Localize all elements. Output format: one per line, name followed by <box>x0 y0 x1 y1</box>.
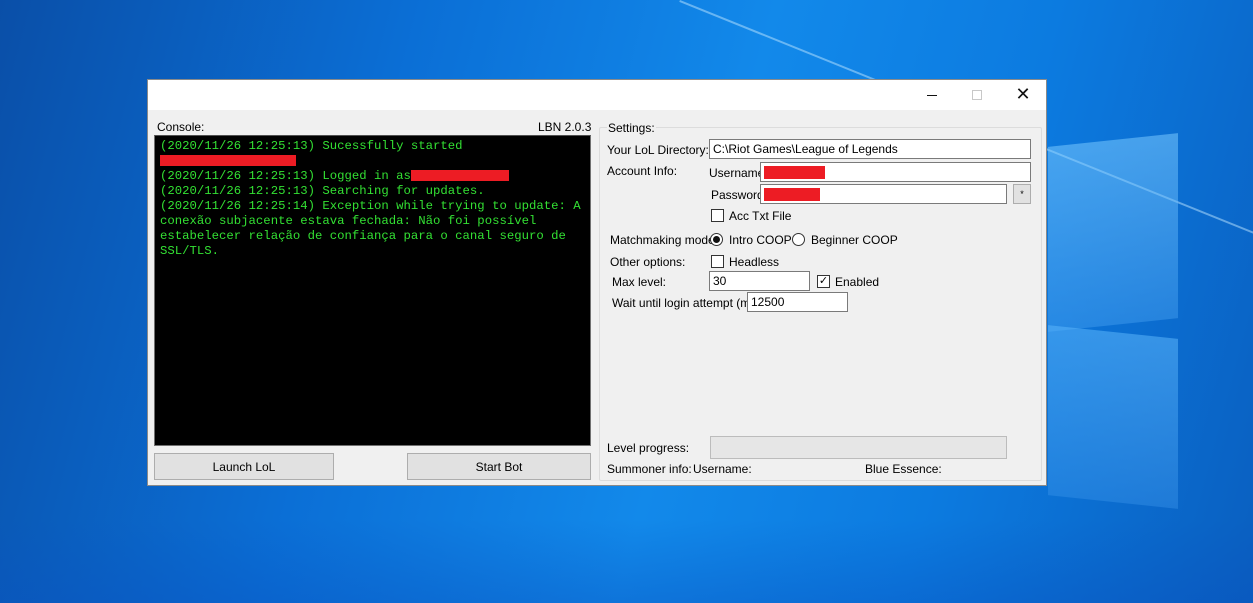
wallpaper-window-pane <box>1048 325 1178 509</box>
level-progress-label: Level progress: <box>607 441 690 455</box>
redacted-block <box>160 155 296 167</box>
intro-coop-radio[interactable] <box>710 233 723 246</box>
console-line: (2020/11/26 12:25:14) Exception while tr… <box>160 199 589 258</box>
console-line: (2020/11/26 12:25:13) Sucessfully starte… <box>160 139 585 169</box>
console-output[interactable]: (2020/11/26 12:25:13) Sucessfully starte… <box>154 135 591 446</box>
redacted-block <box>410 170 509 182</box>
close-icon: ✕ <box>1015 84 1031 105</box>
launch-lol-button[interactable]: Launch LoL <box>154 453 334 480</box>
max-level-label: Max level: <box>612 275 667 289</box>
username-input[interactable] <box>760 162 1031 182</box>
wallpaper-window-pane <box>1048 133 1178 332</box>
beginner-coop-radio[interactable] <box>792 233 805 246</box>
blue-essence-label: Blue Essence: <box>865 462 942 476</box>
app-window: ✕ Console: LBN 2.0.3 (2020/11/26 12:25:1… <box>147 79 1047 486</box>
wallpaper-glow <box>0 520 1253 603</box>
console-label: Console: <box>157 120 205 134</box>
title-bar[interactable]: ✕ <box>148 80 1046 110</box>
console-line: (2020/11/26 12:25:13) Searching for upda… <box>160 184 485 198</box>
wait-login-input[interactable]: 12500 <box>747 292 848 312</box>
version-label: LBN 2.0.3 <box>538 120 592 134</box>
intro-coop-label: Intro COOP <box>729 233 792 247</box>
level-progress-bar <box>710 436 1007 459</box>
maximize-button[interactable] <box>954 80 1000 110</box>
summoner-username-label: Username: <box>693 462 752 476</box>
wait-login-label: Wait until login attempt (ms): <box>612 296 764 310</box>
other-options-label: Other options: <box>610 255 686 269</box>
maximize-icon <box>972 90 982 100</box>
radio-selected-dot <box>713 236 720 243</box>
max-level-input[interactable]: 30 <box>709 271 810 291</box>
password-input[interactable] <box>760 184 1007 204</box>
beginner-coop-label: Beginner COOP <box>811 233 898 247</box>
minimize-button[interactable] <box>909 80 955 110</box>
matchmaking-label: Matchmaking mode: <box>610 233 719 247</box>
summoner-info-label: Summoner info: <box>607 462 692 476</box>
console-line: (2020/11/26 12:25:13) Logged in as <box>160 169 585 184</box>
redacted-block <box>764 166 825 180</box>
enabled-checkbox[interactable]: ✓ <box>817 275 830 288</box>
acc-txt-file-label: Acc Txt File <box>729 209 792 223</box>
headless-label: Headless <box>729 255 780 269</box>
start-bot-button[interactable]: Start Bot <box>407 453 591 480</box>
account-info-label: Account Info: <box>607 164 678 178</box>
close-button[interactable]: ✕ <box>1000 80 1046 110</box>
acc-txt-file-checkbox[interactable] <box>711 209 724 222</box>
directory-label: Your LoL Directory: <box>607 143 709 157</box>
password-label: Password <box>711 188 764 202</box>
username-label: Username <box>709 166 765 180</box>
checkmark-icon: ✓ <box>818 275 829 287</box>
settings-label: Settings: <box>607 121 656 135</box>
minimize-icon <box>927 94 937 96</box>
redacted-block <box>764 188 820 202</box>
headless-checkbox[interactable] <box>711 255 724 268</box>
lol-directory-input[interactable]: C:\Riot Games\League of Legends <box>709 139 1031 159</box>
show-password-button[interactable]: * <box>1013 184 1031 204</box>
enabled-label: Enabled <box>835 275 880 289</box>
